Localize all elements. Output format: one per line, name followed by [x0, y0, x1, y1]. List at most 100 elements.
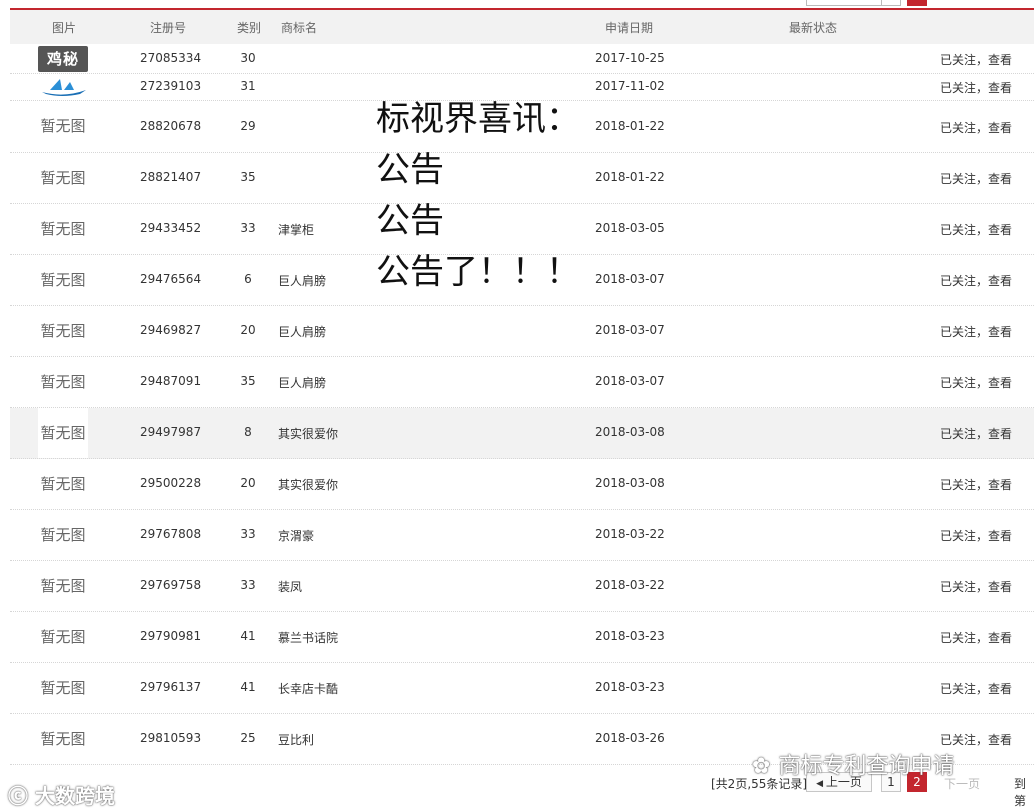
reg-number-cell: 28821407 [140, 170, 202, 184]
class-cell: 33 [240, 527, 256, 541]
follow-view-link[interactable]: 已关注，查看 [940, 578, 1012, 595]
no-image-placeholder: 暂无图 [40, 271, 86, 289]
col-class-header: 类别 [237, 21, 262, 35]
trademark-name-cell: 其实很爱你 [278, 427, 339, 441]
reg-number-cell: 29476564 [140, 272, 202, 286]
trademark-logo-image: 鸡秘 [38, 46, 88, 72]
no-image-placeholder: 暂无图 [38, 408, 88, 458]
trademark-name-cell: 其实很爱你 [278, 478, 339, 492]
watermark-left-text: 大数跨境 [34, 784, 115, 808]
follow-view-link[interactable]: 已关注，查看 [940, 323, 1012, 340]
notice-overlay: 标视界喜讯： 公告 公告 公告了！！！ [376, 94, 580, 298]
table-row: 暂无图 29487091 35 巨人肩膀 2018-03-07 已关注，查看 [10, 357, 1034, 408]
class-cell: 30 [240, 51, 256, 65]
trademark-name-cell: 豆比利 [278, 733, 315, 747]
weibo-icon: ⓒ [8, 784, 35, 808]
follow-view-link[interactable]: 已关注，查看 [940, 170, 1012, 187]
apply-date-cell: 2018-03-07 [595, 323, 665, 337]
no-image-placeholder: 暂无图 [40, 475, 86, 493]
follow-view-link[interactable]: 已关注，查看 [940, 731, 1012, 748]
goto-page-label: 到第 [1014, 777, 1027, 808]
class-cell: 31 [240, 79, 256, 93]
reg-number-cell: 29769758 [140, 578, 202, 592]
watermark-left: ⓒ 大数跨境 [8, 780, 115, 809]
trademark-name-cell: 京渭豪 [278, 529, 315, 543]
col-image-header: 图片 [52, 21, 77, 35]
reg-number-cell: 27239103 [140, 79, 202, 93]
apply-date-cell: 2018-03-08 [595, 425, 665, 439]
no-image-placeholder: 暂无图 [40, 169, 86, 187]
class-cell: 6 [244, 272, 252, 286]
reg-number-cell: 29433452 [140, 221, 202, 235]
trademark-name-cell: 巨人肩膀 [278, 325, 327, 339]
follow-view-link[interactable]: 已关注，查看 [940, 527, 1012, 544]
notice-line-1: 标视界喜讯： [376, 99, 580, 139]
top-page-1-button[interactable] [881, 0, 901, 6]
no-image-placeholder: 暂无图 [40, 730, 86, 748]
col-date-header: 申请日期 [605, 21, 654, 35]
reg-number-cell: 29487091 [140, 374, 202, 388]
follow-view-link[interactable]: 已关注，查看 [940, 51, 1012, 68]
class-cell: 35 [240, 374, 256, 388]
notice-line-4: 公告了！！！ [376, 252, 580, 292]
top-prev-button[interactable] [806, 0, 886, 6]
apply-date-cell: 2017-11-02 [595, 79, 665, 93]
class-cell: 41 [240, 629, 256, 643]
apply-date-cell: 2018-03-08 [595, 476, 665, 490]
prev-arrow-icon: ◀ [816, 779, 826, 789]
class-cell: 8 [244, 425, 252, 439]
watermark-right-text: 商标专利查询申请 [778, 754, 955, 779]
class-cell: 41 [240, 680, 256, 694]
no-image-placeholder: 暂无图 [40, 117, 86, 135]
class-cell: 25 [240, 731, 256, 745]
apply-date-cell: 2017-10-25 [595, 51, 665, 65]
notice-line-2: 公告 [376, 150, 444, 190]
trademark-name-cell: 装凤 [278, 580, 303, 594]
apply-date-cell: 2018-03-26 [595, 731, 665, 745]
follow-view-link[interactable]: 已关注，查看 [940, 629, 1012, 646]
no-image-placeholder: 暂无图 [40, 577, 86, 595]
table-row: 暂无图 29497987 8 其实很爱你 2018-03-08 已关注，查看 [10, 408, 1034, 459]
reg-number-cell: 28820678 [140, 119, 202, 133]
table-row: 暂无图 29790981 41 慕兰书话院 2018-03-23 已关注，查看 [10, 612, 1034, 663]
reg-number-cell: 27085334 [140, 51, 202, 65]
reg-number-cell: 29497987 [140, 425, 202, 439]
table-row: 暂无图 29500228 20 其实很爱你 2018-03-08 已关注，查看 [10, 459, 1034, 510]
follow-view-link[interactable]: 已关注，查看 [940, 476, 1012, 493]
follow-view-link[interactable]: 已关注，查看 [940, 374, 1012, 391]
follow-view-link[interactable]: 已关注，查看 [940, 119, 1012, 136]
table-row: 暂无图 29769758 33 装凤 2018-03-22 已关注，查看 [10, 561, 1034, 612]
table-row: 暂无图 29796137 41 长幸店卡酷 2018-03-23 已关注，查看 [10, 663, 1034, 714]
table-header: 图片 注册号 类别 商标名 申请日期 最新状态 [10, 10, 1034, 44]
col-name-header: 商标名 [281, 21, 318, 35]
notice-line-3: 公告 [376, 201, 444, 241]
watermark-right: ✿ 商标专利查询申请 [752, 748, 954, 780]
apply-date-cell: 2018-03-07 [595, 272, 665, 286]
follow-view-link[interactable]: 已关注，查看 [940, 425, 1012, 442]
apply-date-cell: 2018-01-22 [595, 170, 665, 184]
apply-date-cell: 2018-03-05 [595, 221, 665, 235]
reg-number-cell: 29469827 [140, 323, 202, 337]
col-status-header: 最新状态 [789, 21, 838, 35]
top-page-2-button[interactable] [907, 0, 927, 6]
no-image-placeholder: 暂无图 [40, 526, 86, 544]
no-image-placeholder: 暂无图 [40, 679, 86, 697]
table-row: 暂无图 29469827 20 巨人肩膀 2018-03-07 已关注，查看 [10, 306, 1034, 357]
table-row: 鸡秘 27085334 30 2017-10-25 已关注，查看 [10, 44, 1034, 74]
trademark-name-cell: 慕兰书话院 [278, 631, 339, 645]
follow-view-link[interactable]: 已关注，查看 [940, 221, 1012, 238]
apply-date-cell: 2018-01-22 [595, 119, 665, 133]
class-cell: 20 [240, 476, 256, 490]
follow-view-link[interactable]: 已关注，查看 [940, 680, 1012, 697]
trademark-name-cell: 津掌柜 [278, 223, 315, 237]
follow-view-link[interactable]: 已关注，查看 [940, 272, 1012, 289]
apply-date-cell: 2018-03-23 [595, 680, 665, 694]
trademark-name-cell: 巨人肩膀 [278, 274, 327, 288]
no-image-placeholder: 暂无图 [40, 628, 86, 646]
reg-number-cell: 29790981 [140, 629, 202, 643]
no-image-placeholder: 暂无图 [40, 220, 86, 238]
no-image-placeholder: 暂无图 [40, 373, 86, 391]
apply-date-cell: 2018-03-23 [595, 629, 665, 643]
class-cell: 33 [240, 221, 256, 235]
follow-view-link[interactable]: 已关注，查看 [940, 79, 1012, 96]
